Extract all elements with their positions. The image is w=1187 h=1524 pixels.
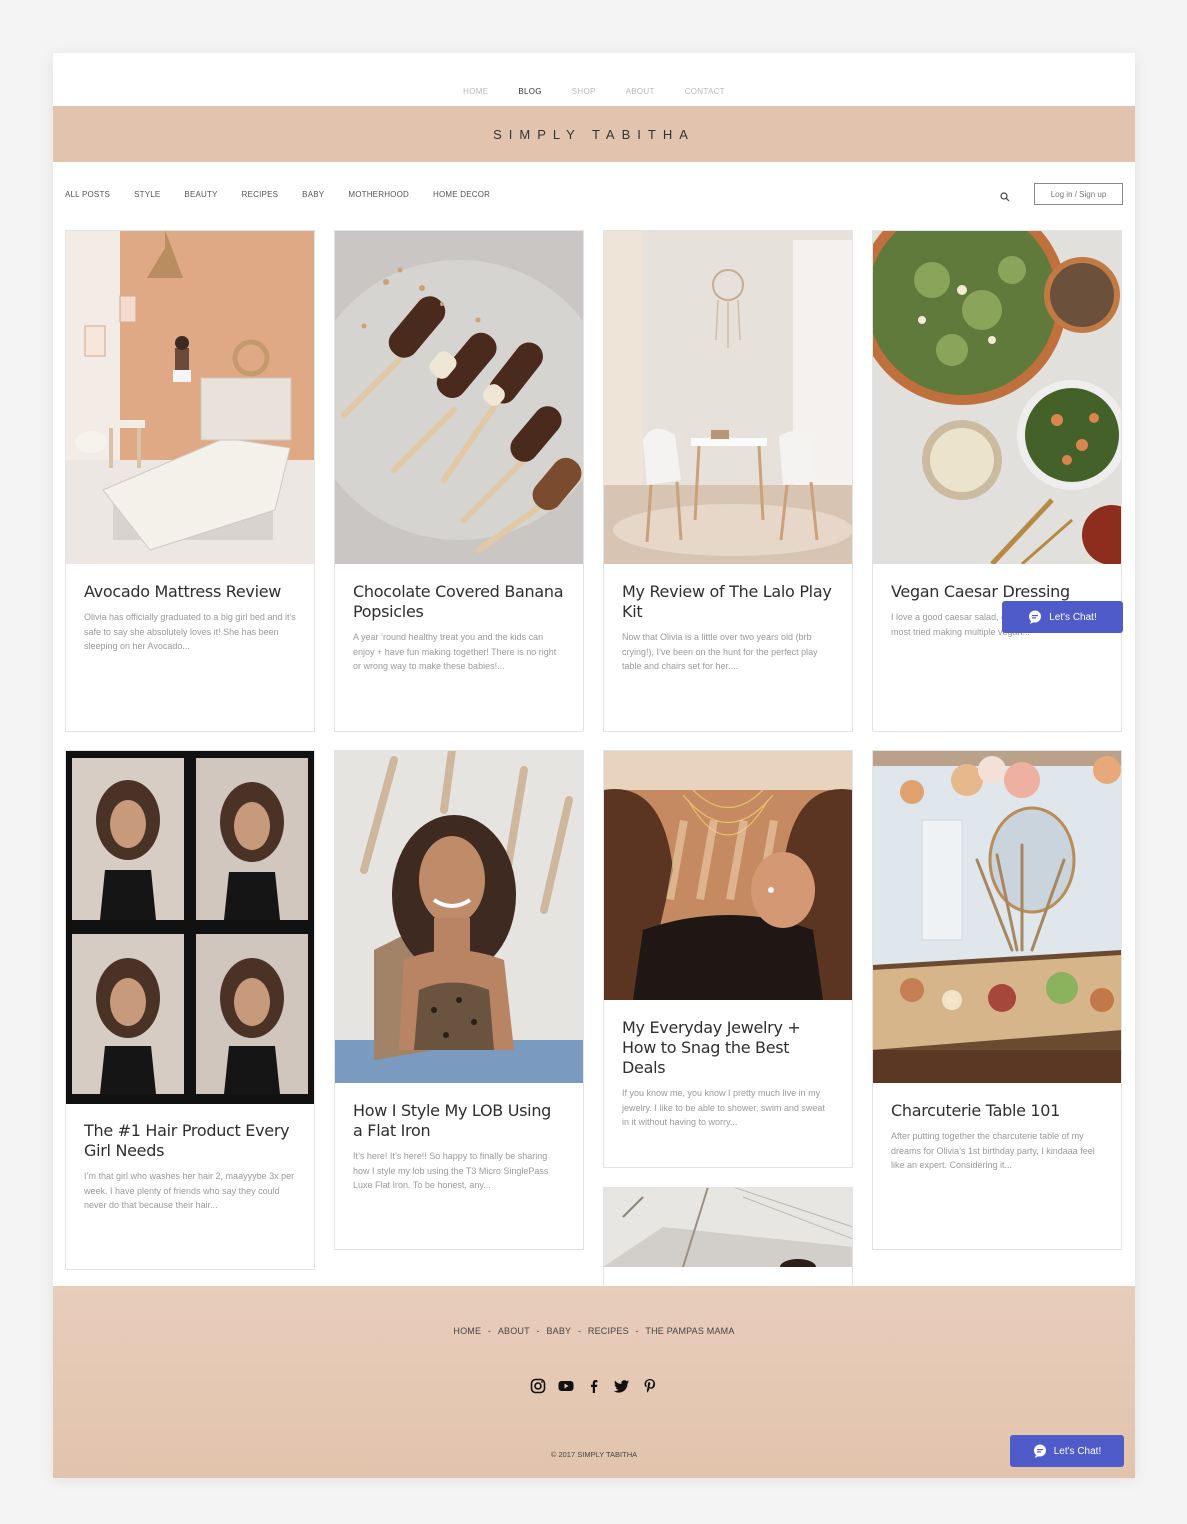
post-image[interactable] [872, 750, 1122, 1083]
post-image[interactable] [65, 230, 315, 564]
login-signup-button[interactable]: Log in / Sign up [1034, 183, 1123, 205]
pinterest-icon[interactable] [642, 1378, 658, 1394]
category-motherhood[interactable]: MOTHERHOOD [348, 190, 409, 199]
twitter-icon[interactable] [614, 1378, 630, 1394]
post-card[interactable]: Chocolate Covered Banana Popsicles A yea… [334, 230, 584, 732]
category-baby[interactable]: BABY [302, 190, 324, 199]
post-image[interactable] [65, 750, 315, 1104]
post-card[interactable]: Avocado Mattress Review Olivia has offic… [65, 230, 315, 732]
footer-link-about[interactable]: ABOUT [498, 1326, 530, 1336]
post-excerpt: A year ‘round healthy treat you and the … [353, 632, 557, 671]
post-card[interactable]: My Review of The Lalo Play Kit Now that … [603, 230, 853, 732]
post-title[interactable]: My Everyday Jewelry + How to Snag the Be… [622, 1018, 834, 1078]
nav-home[interactable]: HOME [463, 87, 488, 96]
post-card[interactable]: The #1 Hair Product Every Girl Needs I’m… [65, 750, 315, 1270]
post-image[interactable] [334, 230, 584, 564]
post-title[interactable]: How I Style My LOB Using a Flat Iron [353, 1101, 565, 1141]
site-page: HOME BLOG SHOP ABOUT CONTACT SIMPLY TABI… [53, 53, 1135, 1478]
category-bar: ALL POSTS STYLE BEAUTY RECIPES BABY MOTH… [65, 181, 1123, 207]
post-excerpt: Now that Olivia is a little over two yea… [622, 632, 818, 671]
post-excerpt: If you know me, you know I pretty much l… [622, 1088, 825, 1127]
footer-separator: - [536, 1326, 540, 1336]
post-image[interactable] [334, 750, 584, 1083]
post-image[interactable] [603, 750, 853, 1000]
chat-label: Let's Chat! [1049, 611, 1097, 623]
category-all-posts[interactable]: ALL POSTS [65, 190, 110, 199]
post-title[interactable]: Chocolate Covered Banana Popsicles [353, 582, 565, 622]
post-excerpt: After putting together the charcuterie t… [891, 1131, 1095, 1170]
post-card[interactable]: Vegan Caesar Dressing I love a good caes… [872, 230, 1122, 732]
instagram-icon[interactable] [530, 1378, 546, 1394]
footer-separator: - [577, 1326, 582, 1336]
post-title[interactable]: Avocado Mattress Review [84, 582, 296, 602]
post-title[interactable]: The #1 Hair Product Every Girl Needs [84, 1121, 296, 1161]
nav-about[interactable]: ABOUT [626, 87, 655, 96]
site-title[interactable]: SIMPLY TABITHA [493, 127, 695, 142]
search-icon[interactable] [1000, 189, 1010, 202]
youtube-icon[interactable] [558, 1378, 574, 1394]
post-card[interactable]: How I Style My LOB Using a Flat Iron It’… [334, 750, 584, 1250]
chat-button[interactable]: Let's Chat! [1002, 601, 1123, 633]
footer-link-recipes[interactable]: RECIPES [588, 1326, 629, 1336]
post-title[interactable]: My Review of The Lalo Play Kit [622, 582, 834, 622]
social-icons [53, 1378, 1135, 1394]
footer-separator: - [487, 1326, 492, 1336]
category-beauty[interactable]: BEAUTY [184, 190, 217, 199]
footer-link-pampas-mama[interactable]: THE PAMPAS MAMA [645, 1326, 734, 1336]
post-image[interactable] [603, 230, 853, 564]
facebook-icon[interactable] [586, 1378, 602, 1394]
nav-shop[interactable]: SHOP [572, 87, 596, 96]
copyright: © 2017 SIMPLY TABITHA [550, 1450, 638, 1459]
post-card[interactable]: My Everyday Jewelry + How to Snag the Be… [603, 750, 853, 1168]
post-title[interactable]: Charcuterie Table 101 [891, 1101, 1103, 1121]
footer-links: HOME - ABOUT - BABY - RECIPES - THE PAMP… [53, 1326, 1135, 1336]
chat-bubble-icon [1033, 1444, 1046, 1458]
category-list: ALL POSTS STYLE BEAUTY RECIPES BABY MOTH… [65, 190, 490, 199]
chat-bubble-icon [1029, 610, 1042, 624]
post-card[interactable]: Charcuterie Table 101 After putting toge… [872, 750, 1122, 1250]
post-excerpt: It’s here! It’s here!! So happy to final… [353, 1151, 549, 1190]
site-banner: SIMPLY TABITHA [53, 106, 1135, 162]
nav-contact[interactable]: CONTACT [685, 87, 725, 96]
site-footer: HOME - ABOUT - BABY - RECIPES - THE PAMP… [53, 1286, 1135, 1478]
footer-link-home[interactable]: HOME [453, 1326, 481, 1336]
category-home-decor[interactable]: HOME DECOR [433, 190, 490, 199]
post-title[interactable]: Vegan Caesar Dressing [891, 582, 1103, 602]
post-excerpt: I’m that girl who washes her hair 2, maa… [84, 1171, 295, 1210]
nav-blog[interactable]: BLOG [518, 87, 541, 96]
chat-button[interactable]: Let's Chat! [1010, 1435, 1124, 1467]
post-excerpt: Olivia has officially graduated to a big… [84, 612, 296, 651]
footer-separator: - [635, 1326, 639, 1336]
category-style[interactable]: STYLE [134, 190, 160, 199]
top-nav: HOME BLOG SHOP ABOUT CONTACT [53, 53, 1135, 106]
post-image[interactable] [603, 1187, 853, 1267]
footer-link-baby[interactable]: BABY [546, 1326, 571, 1336]
category-recipes[interactable]: RECIPES [242, 190, 279, 199]
chat-label: Let's Chat! [1053, 1445, 1102, 1457]
post-image[interactable] [872, 230, 1122, 564]
